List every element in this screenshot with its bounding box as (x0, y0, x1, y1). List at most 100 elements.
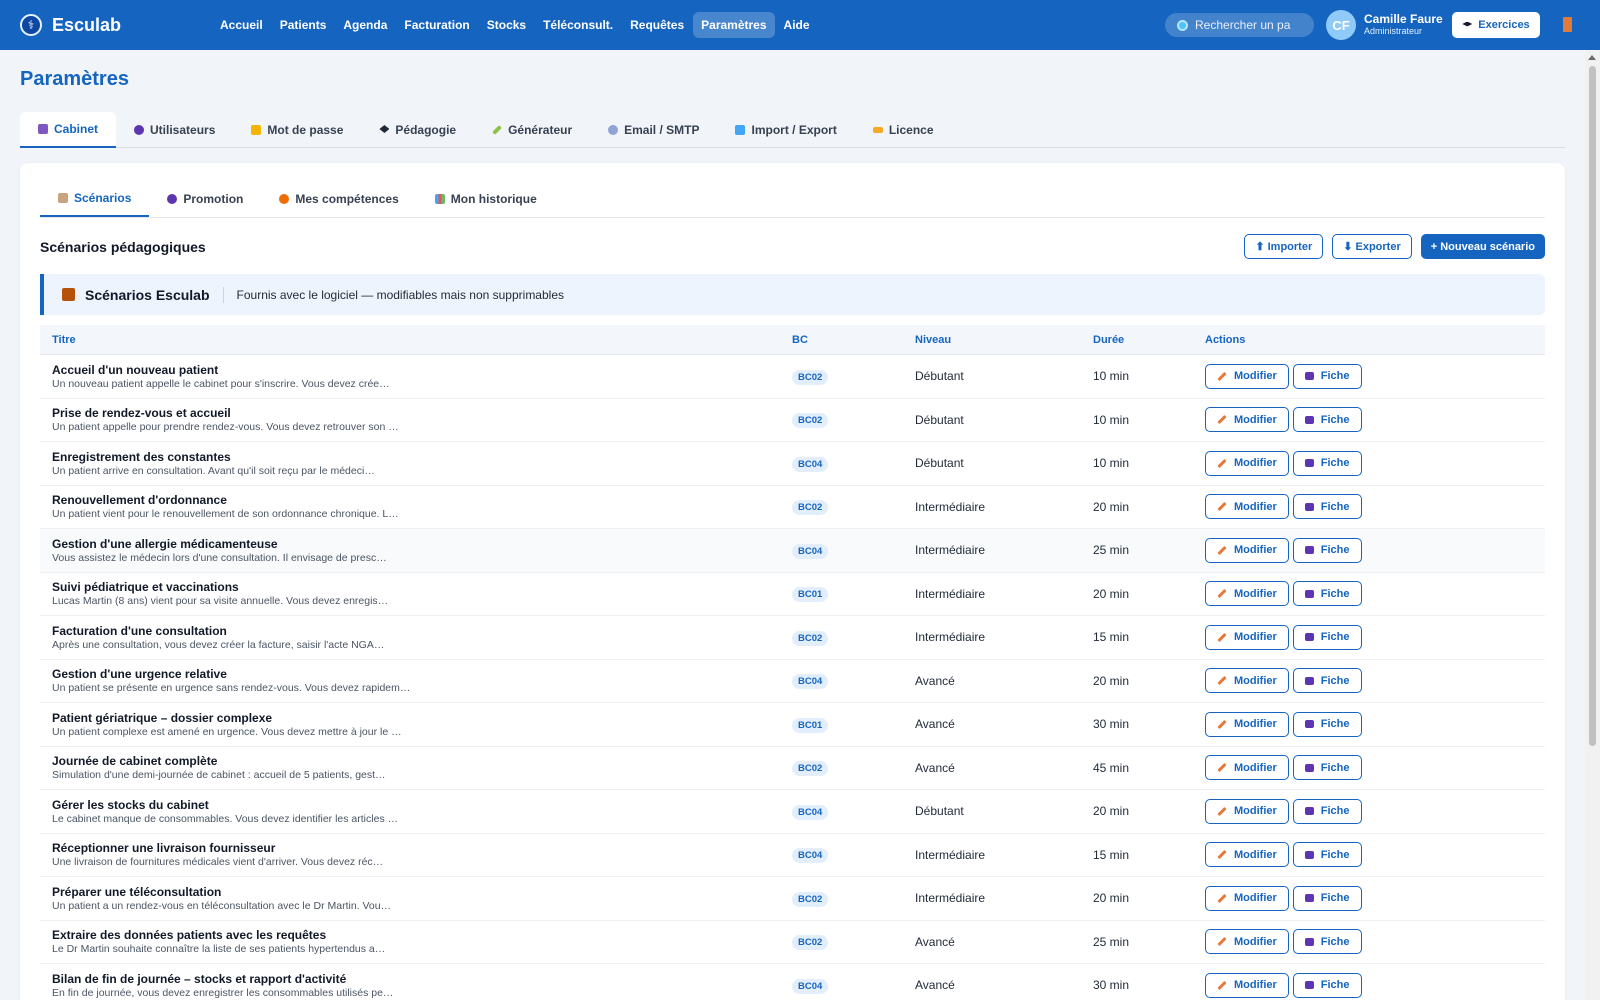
tab-import-export[interactable]: Import / Export (717, 112, 854, 148)
nav-item-facturation[interactable]: Facturation (396, 12, 477, 38)
scenario-cell: Suivi pédiatrique et vaccinations Lucas M… (40, 580, 792, 607)
sheet-button[interactable]: Fiche (1292, 363, 1362, 389)
bc-badge: BC02 (792, 935, 829, 951)
exercises-button-label: Exercices (1478, 19, 1530, 31)
bc-badge: BC02 (792, 500, 829, 516)
scenario-description: Après une consultation, vous devez créer… (52, 638, 385, 651)
bc-badge: BC01 (792, 587, 829, 603)
edit-button[interactable]: Modifier (1205, 711, 1289, 737)
sheet-button[interactable]: Fiche (1292, 798, 1362, 824)
subtab-mon-historique[interactable]: Mon historique (417, 181, 555, 217)
avatar[interactable]: CF (1326, 10, 1356, 40)
column-header-duree[interactable]: Durée (1093, 334, 1205, 346)
edit-button-label: Modifier (1234, 370, 1277, 383)
sheet-button[interactable]: Fiche (1292, 842, 1362, 868)
edit-button[interactable]: Modifier (1205, 668, 1289, 694)
new-scenario-button[interactable]: + Nouveau scénario (1420, 234, 1545, 259)
scenario-level: Débutant (915, 369, 964, 384)
edit-button[interactable]: Modifier (1205, 407, 1289, 433)
app-logo[interactable]: ⚕ Esculab (20, 14, 190, 36)
subtab-scenarios[interactable]: Scénarios (40, 181, 150, 217)
printer-icon (1304, 459, 1314, 468)
tab-label: Licence (888, 123, 934, 137)
subtab-mes-competences[interactable]: Mes compétences (261, 181, 416, 217)
printer-icon (1304, 589, 1314, 598)
exercises-button[interactable]: Exercices (1452, 12, 1540, 38)
sheet-button[interactable]: Fiche (1292, 450, 1362, 476)
pencil-icon (1217, 502, 1227, 512)
scenario-level: Intermédiaire (915, 499, 986, 514)
tab-licence[interactable]: Licence (855, 112, 952, 148)
nav-item-agenda[interactable]: Agenda (335, 12, 395, 38)
export-button[interactable]: ⬇ Exporter (1332, 234, 1412, 259)
scenario-cell: Extraire des données patients avec les r… (40, 928, 792, 955)
edit-button[interactable]: Modifier (1205, 537, 1289, 563)
nav-item-teleconsult[interactable]: Téléconsult. (535, 12, 621, 38)
edit-button[interactable]: Modifier (1205, 798, 1289, 824)
edit-button[interactable]: Modifier (1205, 624, 1289, 650)
edit-button[interactable]: Modifier (1205, 450, 1289, 476)
nav-item-stocks[interactable]: Stocks (479, 12, 534, 38)
import-button[interactable]: ⬆ Importer (1244, 234, 1324, 259)
edit-button[interactable]: Modifier (1205, 581, 1289, 607)
logout-door-icon[interactable] (1563, 17, 1572, 32)
sheet-button[interactable]: Fiche (1292, 537, 1362, 563)
pencil-icon (1217, 719, 1227, 729)
edit-button[interactable]: Modifier (1205, 842, 1289, 868)
tab-email-smtp[interactable]: Email / SMTP (590, 112, 717, 148)
sheet-button[interactable]: Fiche (1292, 494, 1362, 520)
banner-title: Scénarios Esculab (85, 286, 210, 303)
nav-item-accueil[interactable]: Accueil (212, 12, 271, 38)
scenario-title: Préparer une téléconsultation (52, 884, 222, 899)
tab-label: Import / Export (751, 123, 837, 137)
pencil-icon (1217, 371, 1227, 381)
page-scrollbar[interactable] (1585, 50, 1600, 1000)
edit-button-label: Modifier (1234, 718, 1277, 731)
sheet-button-label: Fiche (1320, 892, 1350, 905)
subtab-promotion[interactable]: Promotion (149, 181, 261, 217)
nav-item-patients[interactable]: Patients (272, 12, 335, 38)
edit-button-label: Modifier (1234, 979, 1277, 992)
column-header-titre[interactable]: Titre (40, 334, 792, 346)
edit-button[interactable]: Modifier (1205, 885, 1289, 911)
sheet-button[interactable]: Fiche (1292, 407, 1362, 433)
search-input[interactable] (1195, 18, 1295, 32)
sheet-button[interactable]: Fiche (1292, 885, 1362, 911)
sheet-button[interactable]: Fiche (1292, 972, 1362, 998)
nav-item-requetes[interactable]: Requêtes (622, 12, 692, 38)
tab-utilisateurs[interactable]: Utilisateurs (116, 112, 233, 148)
tab-mot-de-passe[interactable]: Mot de passe (233, 112, 361, 148)
nav-item-parametres[interactable]: Paramètres (693, 12, 775, 38)
printer-icon (1304, 720, 1314, 729)
graduation-cap-icon (1462, 21, 1473, 27)
sheet-button[interactable]: Fiche (1292, 755, 1362, 781)
pencil-icon (1217, 980, 1227, 990)
edit-button-label: Modifier (1234, 544, 1277, 557)
edit-button[interactable]: Modifier (1205, 755, 1289, 781)
edit-button[interactable]: Modifier (1205, 929, 1289, 955)
column-header-bc[interactable]: BC (792, 334, 915, 346)
sheet-button[interactable]: Fiche (1292, 929, 1362, 955)
scenario-description: Le Dr Martin souhaite connaître la liste… (52, 943, 386, 956)
scrollbar-thumb[interactable] (1589, 66, 1596, 746)
edit-button[interactable]: Modifier (1205, 494, 1289, 520)
tab-pedagogie[interactable]: Pédagogie (361, 112, 474, 148)
sheet-button[interactable]: Fiche (1292, 581, 1362, 607)
nav-item-aide[interactable]: Aide (776, 12, 818, 38)
sheet-button[interactable]: Fiche (1292, 668, 1362, 694)
tab-generateur[interactable]: Générateur (474, 112, 590, 148)
actions-cell: Modifier Fiche (1205, 537, 1545, 563)
pencil-icon (1217, 763, 1227, 773)
column-header-niveau[interactable]: Niveau (915, 334, 1093, 346)
scroll-up-arrow-icon[interactable] (1588, 55, 1596, 60)
bc-cell: BC04 (792, 846, 915, 864)
scenario-description: Le cabinet manque de consommables. Vous … (52, 812, 399, 825)
sheet-button[interactable]: Fiche (1292, 624, 1362, 650)
sheet-button[interactable]: Fiche (1292, 711, 1362, 737)
tab-cabinet[interactable]: Cabinet (20, 112, 117, 148)
edit-button[interactable]: Modifier (1205, 363, 1289, 389)
pencil-icon (1217, 937, 1227, 947)
edit-button[interactable]: Modifier (1205, 972, 1289, 998)
actions-cell: Modifier Fiche (1205, 929, 1545, 955)
scenario-duration: 25 min (1093, 543, 1130, 558)
